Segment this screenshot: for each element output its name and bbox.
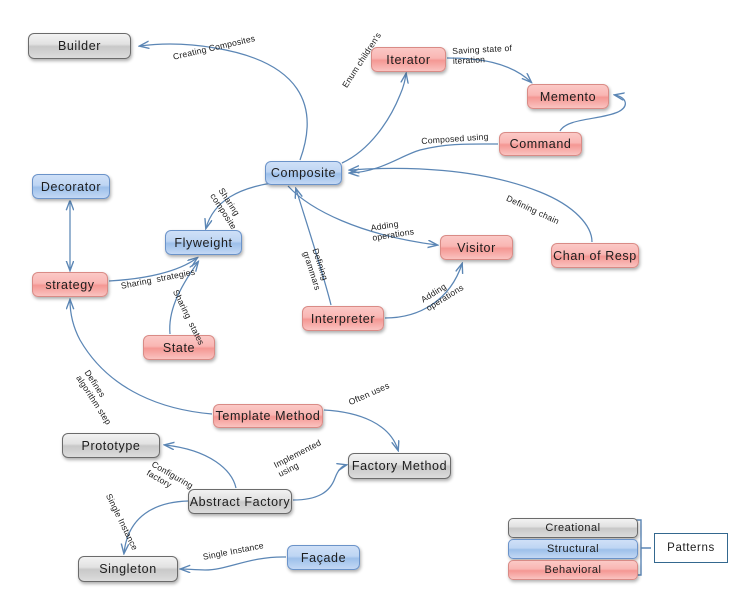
node-iterator[interactable]: Iterator (371, 47, 446, 72)
node-singleton[interactable]: Singleton (78, 556, 178, 582)
node-command[interactable]: Command (499, 132, 582, 156)
node-label: Command (509, 137, 572, 151)
node-label: Abstract Factory (189, 494, 291, 509)
node-label: Composite (270, 166, 337, 180)
node-label: Façade (300, 550, 347, 565)
diagram-canvas: Builder Iterator Memento Command Composi… (0, 0, 736, 597)
node-interpreter[interactable]: Interpreter (302, 306, 384, 331)
node-prototype[interactable]: Prototype (62, 433, 160, 458)
node-abstract-factory[interactable]: Abstract Factory (188, 489, 292, 514)
node-builder[interactable]: Builder (28, 33, 131, 59)
node-label: Interpreter (310, 311, 376, 326)
node-label: Visitor (457, 240, 496, 255)
node-decorator[interactable]: Decorator (32, 174, 110, 199)
node-label: Template Method (215, 409, 321, 423)
node-memento[interactable]: Memento (527, 84, 609, 109)
node-template-method[interactable]: Template Method (213, 404, 323, 428)
edge-abstract-factorymethod (292, 465, 346, 501)
node-label: State (162, 340, 196, 355)
node-facade[interactable]: Façade (287, 545, 360, 570)
node-label: Singleton (99, 562, 157, 576)
legend-item-behavioral: Behavioral (508, 560, 638, 580)
node-visitor[interactable]: Visitor (440, 235, 513, 260)
node-label: Memento (539, 89, 597, 104)
node-strategy[interactable]: strategy (32, 272, 108, 297)
node-label: Prototype (81, 438, 141, 453)
edge-composite-builder (140, 44, 308, 161)
edge-label-saving-state-of-iteration: Saving state of iteration (452, 42, 513, 67)
node-label: Iterator (386, 52, 431, 67)
legend-group-label: Patterns (667, 542, 715, 554)
node-label: Chan of Resp (553, 248, 637, 263)
legend-label: Creational (545, 522, 601, 534)
node-factory-method[interactable]: Factory Method (348, 453, 451, 479)
legend-group-patterns: Patterns (654, 533, 728, 563)
edge-template-factory (323, 409, 398, 450)
node-label: Factory Method (351, 459, 448, 473)
legend-label: Behavioral (544, 564, 602, 576)
edge-facade-singleton (181, 556, 287, 570)
node-label: Decorator (40, 179, 102, 194)
node-chain-of-responsibility[interactable]: Chan of Resp (551, 243, 639, 268)
legend-label: Structural (546, 543, 600, 555)
node-label: strategy (45, 277, 95, 292)
node-label: Builder (57, 39, 102, 53)
edge-composite-iterator (341, 74, 406, 164)
node-flyweight[interactable]: Flyweight (165, 230, 242, 255)
node-label: Flyweight (174, 235, 233, 250)
node-composite[interactable]: Composite (265, 161, 342, 185)
legend-item-creational: Creational (508, 518, 638, 538)
legend-item-structural: Structural (508, 539, 638, 559)
